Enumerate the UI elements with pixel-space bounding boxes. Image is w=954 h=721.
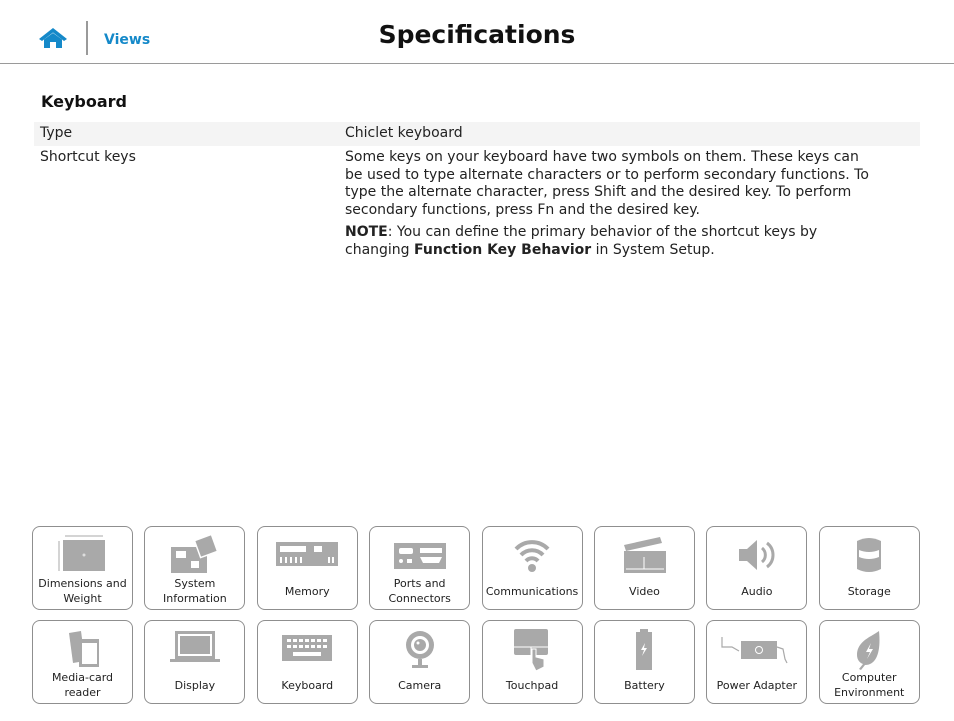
storage-drum-icon <box>857 538 882 572</box>
keyboard-icon <box>282 635 333 661</box>
tile-touchpad[interactable]: Touchpad <box>481 620 583 704</box>
tile-label: Audio <box>741 584 773 598</box>
tile-label: Battery <box>624 678 665 692</box>
tile-ports-and-connectors[interactable]: Ports and Connectors <box>369 526 471 610</box>
note-end: in System Setup. <box>591 241 715 258</box>
tile-label: Keyboard <box>281 678 334 692</box>
tile-camera[interactable]: Camera <box>369 620 471 704</box>
laptop-display-icon <box>169 631 220 662</box>
page-title: Specifications <box>378 20 576 49</box>
motherboard-icon <box>170 533 219 573</box>
tile-label: Communications <box>485 584 579 598</box>
laptop-dimensions-icon <box>58 535 105 571</box>
tile-video[interactable]: Video <box>593 526 695 610</box>
header-bar: Views Specifications <box>0 0 954 64</box>
leaf-icon <box>857 631 880 670</box>
tile-system-information[interactable]: System Information <box>144 526 246 610</box>
tile-memory[interactable]: Memory <box>256 526 358 610</box>
tile-label: Power Adapter <box>716 678 798 692</box>
memory-module-icon <box>276 542 339 566</box>
spec-category-grid: Dimensions and Weight System Information… <box>32 526 920 704</box>
note-paragraph: NOTE: You can define the primary behavio… <box>345 224 874 259</box>
shortcut-description: Some keys on your keyboard have two symb… <box>345 149 869 218</box>
tile-media-card-reader[interactable]: Media-card reader <box>32 620 133 704</box>
spec-label: Shortcut keys <box>40 149 136 165</box>
tile-label: Display <box>174 678 216 692</box>
note-bold-term: Function Key Behavior <box>414 241 592 258</box>
spec-row-shortcut-keys: Shortcut keys Some keys on your keyboard… <box>34 146 920 267</box>
section-title: Keyboard <box>41 92 127 111</box>
clapperboard-icon <box>624 537 667 573</box>
tile-label: Video <box>629 584 660 598</box>
tile-audio[interactable]: Audio <box>706 526 808 610</box>
note-label: NOTE <box>345 224 388 240</box>
touchpad-icon <box>514 629 549 671</box>
tile-label: Ports and Connectors <box>388 577 451 605</box>
tile-label: Computer Environment <box>834 671 905 699</box>
tile-computer-environment[interactable]: Computer Environment <box>818 620 920 704</box>
tile-display[interactable]: Display <box>144 620 246 704</box>
tile-label: Touchpad <box>505 678 559 692</box>
tile-battery[interactable]: Battery <box>593 620 695 704</box>
media-card-icon <box>68 631 99 667</box>
spec-label: Type <box>40 125 73 141</box>
ports-icon <box>393 543 446 569</box>
tile-dimensions-and-weight[interactable]: Dimensions and Weight <box>32 526 133 610</box>
webcam-icon <box>405 631 434 668</box>
spec-value: Chiclet keyboard <box>345 125 463 141</box>
tile-label: System Information <box>163 577 227 605</box>
tile-label: Media-card reader <box>51 671 114 699</box>
tile-power-adapter[interactable]: Power Adapter <box>706 620 808 704</box>
battery-icon <box>636 629 653 670</box>
power-adapter-icon <box>721 637 788 664</box>
tile-label: Memory <box>284 584 330 598</box>
tile-label: Camera <box>398 678 442 692</box>
spec-table: Type Chiclet keyboard Shortcut keys Some… <box>34 122 920 267</box>
tile-keyboard[interactable]: Keyboard <box>256 620 358 704</box>
spec-row-type: Type Chiclet keyboard <box>34 122 920 146</box>
tile-label: Dimensions and Weight <box>38 577 127 605</box>
speaker-icon <box>738 540 775 570</box>
tile-label: Storage <box>847 584 891 598</box>
tile-storage[interactable]: Storage <box>818 526 920 610</box>
spec-value: Some keys on your keyboard have two symb… <box>345 149 914 264</box>
tile-communications[interactable]: Communications <box>481 526 583 610</box>
wifi-icon <box>514 540 550 572</box>
